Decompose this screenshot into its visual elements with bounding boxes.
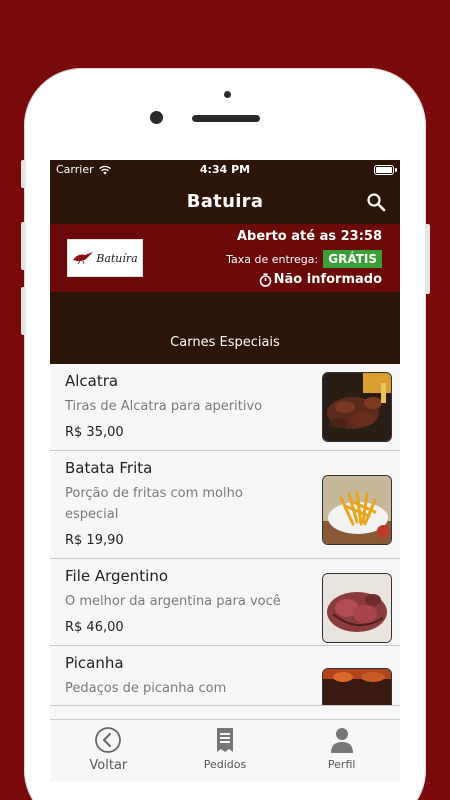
product-name: Batata Frita [65, 459, 153, 477]
receipt-icon [217, 728, 233, 752]
product-description: Porção de fritas com molho especial [65, 486, 243, 522]
category-title: Carnes Especiais [170, 335, 280, 350]
tab-bar: Voltar Pedidos Perfil [50, 719, 400, 782]
product-image-batata-frita [322, 475, 392, 545]
tab-label: Pedidos [203, 758, 247, 771]
back-circle-icon [95, 727, 122, 753]
product-description: Pedaços de picanha com [65, 681, 227, 696]
product-description: Tiras de Alcatra para aperitivo [65, 399, 263, 414]
product-description: O melhor da argentina para você [65, 594, 281, 609]
product-item-batata-frita[interactable]: Batata Frita Porção de fritas com molho … [50, 451, 400, 559]
product-price: R$ 19,90 [65, 533, 124, 548]
stopwatch-icon [259, 272, 271, 287]
battery-icon [374, 164, 397, 175]
delivery-time-text: Não informado [273, 272, 382, 287]
store-info-banner: Batuíra Aberto até as 23:58 Taxa de entr… [50, 224, 400, 292]
search-icon[interactable] [366, 192, 386, 212]
product-price: R$ 46,00 [65, 620, 124, 635]
delivery-time: Não informado [259, 272, 382, 287]
earpiece-speaker [192, 115, 260, 122]
tab-label: Perfil [327, 758, 356, 771]
page-title: Batuira [186, 191, 264, 212]
tab-voltar[interactable]: Voltar [50, 720, 167, 782]
front-camera [150, 111, 163, 124]
category-header: Carnes Especiais [50, 292, 400, 364]
product-name: Alcatra [65, 372, 119, 390]
product-item-alcatra[interactable]: Alcatra Tiras de Alcatra para aperitivo … [50, 364, 400, 451]
product-name: File Argentino [65, 567, 169, 585]
free-delivery-badge: GRÁTIS [323, 250, 382, 268]
tab-label: Voltar [89, 758, 128, 773]
delivery-fee: Taxa de entrega: GRÁTIS [226, 250, 382, 268]
product-item-file-argentino[interactable]: File Argentino O melhor da argentina par… [50, 559, 400, 646]
tab-perfil[interactable]: Perfil [283, 720, 400, 782]
person-icon [330, 728, 353, 753]
power-button [425, 224, 430, 294]
status-bar: Carrier 4:34 PM [50, 160, 400, 179]
status-time: 4:34 PM [199, 163, 251, 176]
logo-text: Batuíra [96, 251, 138, 265]
opening-hours: Aberto até as 23:58 [236, 229, 382, 244]
store-logo: Batuíra [67, 239, 143, 277]
product-image-file-argentino [322, 573, 392, 643]
product-image-alcatra [322, 372, 392, 442]
product-image-picanha [322, 668, 392, 705]
product-list: Alcatra Tiras de Alcatra para aperitivo … [50, 364, 400, 706]
product-item-picanha[interactable]: Picanha Pedaços de picanha com [50, 646, 400, 706]
app-screen: Carrier 4:34 PM Batuira Batuíra Aberto a… [50, 160, 400, 782]
navigation-bar: Batuira [50, 179, 400, 224]
proximity-sensor [224, 91, 231, 98]
product-name: Picanha [65, 654, 124, 672]
tab-pedidos[interactable]: Pedidos [167, 720, 284, 782]
volume-up-button [21, 222, 26, 270]
mute-switch [21, 160, 26, 188]
bird-logo-icon [73, 252, 94, 265]
volume-down-button [21, 287, 26, 335]
delivery-fee-label: Taxa de entrega: [226, 252, 319, 266]
product-price: R$ 35,00 [65, 425, 124, 440]
